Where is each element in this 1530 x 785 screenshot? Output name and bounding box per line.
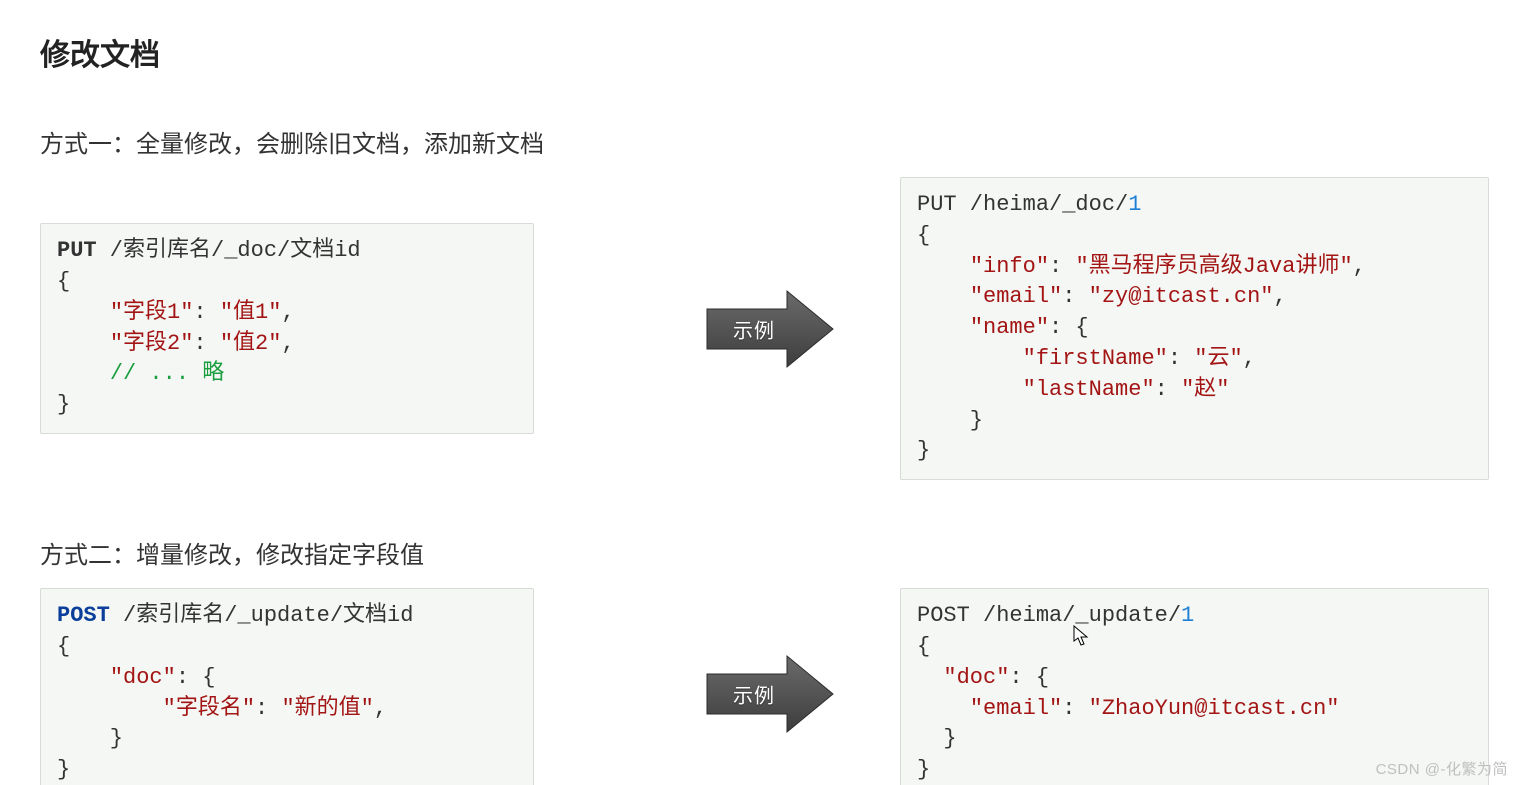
json-key: "name" (970, 315, 1049, 340)
brace-open: { (917, 634, 930, 659)
doc-id: 1 (1181, 603, 1194, 628)
json-key: "email" (970, 696, 1062, 721)
page-title: 修改文档 (40, 30, 1490, 74)
http-method-put: PUT (57, 238, 97, 263)
json-value: "值1" (220, 300, 282, 325)
arrow-label: 示例 (733, 314, 775, 343)
comma: , (1243, 346, 1256, 371)
brace-open: { (57, 269, 70, 294)
sep: : (1062, 284, 1088, 309)
section2-heading: 方式二：增量修改，修改指定字段值 (40, 535, 1490, 570)
brace-close: } (57, 392, 70, 417)
template-path: /索引库名/_update/文档id (110, 603, 414, 628)
example-code-put: PUT /heima/_doc/1 { "info": "黑马程序员高级Java… (900, 177, 1489, 480)
arrow-example-1: 示例 (705, 289, 835, 369)
brace-close: } (917, 757, 930, 782)
left-col-1: PUT /索引库名/_doc/文档id { "字段1": "值1", "字段2"… (40, 223, 640, 434)
json-key: "firstName" (1023, 346, 1168, 371)
http-method: PUT (917, 192, 957, 217)
comma: , (1273, 284, 1286, 309)
json-key: "lastName" (1023, 377, 1155, 402)
comma: , (374, 696, 387, 721)
arrow-col-1: 示例 (640, 289, 900, 369)
json-value: "值2" (220, 331, 282, 356)
brace-close: } (917, 438, 930, 463)
json-key: "字段1" (110, 300, 194, 325)
json-value: "云" (1194, 346, 1242, 371)
sep: : (1049, 254, 1075, 279)
json-key: "info" (970, 254, 1049, 279)
left-col-2: POST /索引库名/_update/文档id { "doc": { "字段名"… (40, 588, 640, 785)
json-key: "doc" (110, 665, 176, 690)
comma: , (1353, 254, 1366, 279)
code-comment: // ... 略 (110, 361, 224, 386)
json-key: "字段名" (163, 696, 255, 721)
http-method-post: POST (57, 603, 110, 628)
row-2: POST /索引库名/_update/文档id { "doc": { "字段名"… (40, 588, 1490, 785)
brace-open: { (57, 634, 70, 659)
mouse-cursor-icon (1073, 625, 1089, 647)
json-key: "字段2" (110, 331, 194, 356)
row-1: PUT /索引库名/_doc/文档id { "字段1": "值1", "字段2"… (40, 177, 1490, 480)
template-code-post: POST /索引库名/_update/文档id { "doc": { "字段名"… (40, 588, 534, 785)
inner-close: } (917, 408, 983, 433)
path: /heima/_update/ (970, 603, 1181, 628)
sep: : (1062, 696, 1088, 721)
doc-open: : { (176, 665, 216, 690)
path: /heima/_doc/ (957, 192, 1129, 217)
json-key: "email" (970, 284, 1062, 309)
slide-content: 修改文档 方式一：全量修改，会删除旧文档，添加新文档 PUT /索引库名/_do… (0, 0, 1530, 785)
comma: , (281, 331, 294, 356)
template-code-put: PUT /索引库名/_doc/文档id { "字段1": "值1", "字段2"… (40, 223, 534, 434)
right-col-1: PUT /heima/_doc/1 { "info": "黑马程序员高级Java… (900, 177, 1490, 480)
sep: : (1168, 346, 1194, 371)
arrow-col-2: 示例 (640, 654, 900, 734)
json-key: "doc" (943, 665, 1009, 690)
arrow-example-2: 示例 (705, 654, 835, 734)
doc-open: : { (1009, 665, 1049, 690)
brace-open: { (917, 223, 930, 248)
doc-id: 1 (1128, 192, 1141, 217)
brace-close: } (57, 757, 70, 782)
comma: , (281, 300, 294, 325)
sep: : (1155, 377, 1181, 402)
json-value: "ZhaoYun@itcast.cn" (1089, 696, 1340, 721)
json-value: "新的值" (281, 696, 373, 721)
example-code-post: POST /heima/_update/1 { "doc": { "email"… (900, 588, 1489, 785)
inner-close: } (57, 726, 123, 751)
json-value: "zy@itcast.cn" (1089, 284, 1274, 309)
sep: : (193, 300, 219, 325)
sep: : (255, 696, 281, 721)
inner-close: } (917, 726, 957, 751)
arrow-label: 示例 (733, 679, 775, 708)
name-open: : { (1049, 315, 1089, 340)
sep: : (193, 331, 219, 356)
http-method: POST (917, 603, 970, 628)
section1-heading: 方式一：全量修改，会删除旧文档，添加新文档 (40, 124, 1490, 159)
json-value: "黑马程序员高级Java讲师" (1075, 254, 1352, 279)
template-path: /索引库名/_doc/文档id (97, 238, 361, 263)
watermark: CSDN @-化繁为简 (1376, 758, 1508, 779)
json-value: "赵" (1181, 377, 1229, 402)
right-col-2: POST /heima/_update/1 { "doc": { "email"… (900, 588, 1490, 785)
